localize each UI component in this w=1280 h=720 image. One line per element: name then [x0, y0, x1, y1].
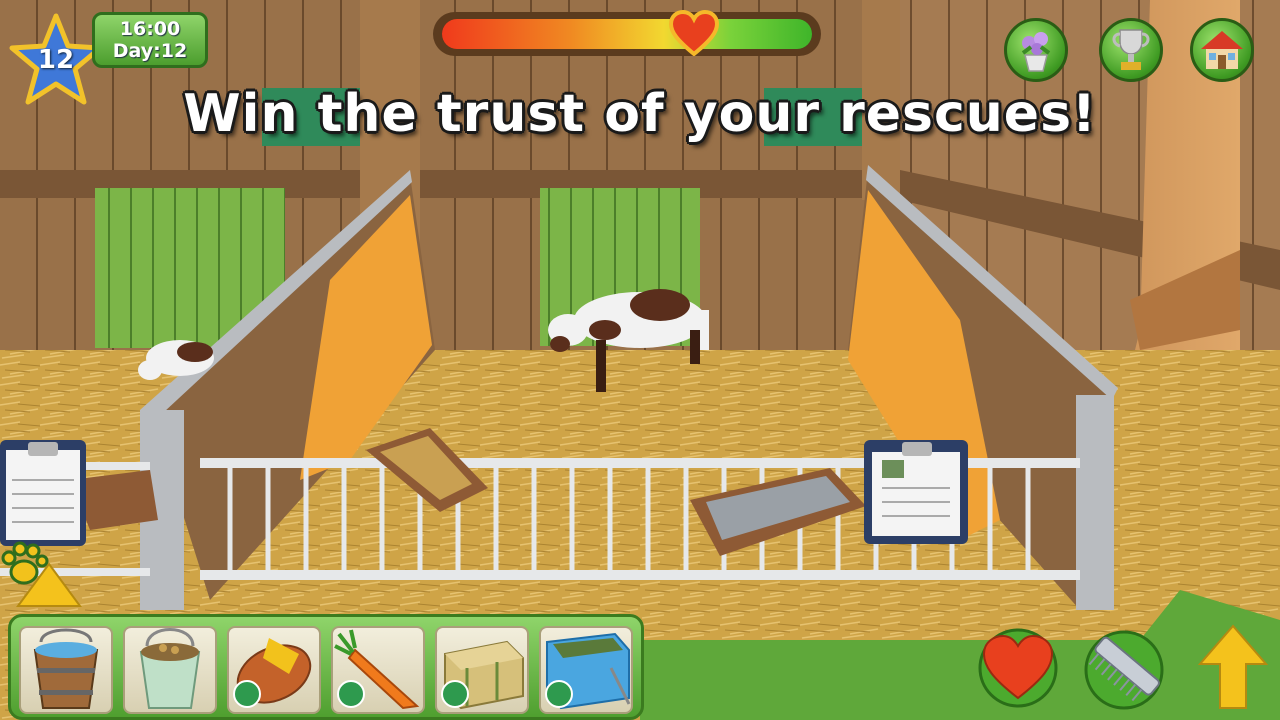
toolbar-slot-hay-bale[interactable] [435, 626, 529, 714]
happiness-fill [442, 19, 812, 49]
goat-badge-icon [545, 680, 573, 708]
expand-toolbar-arrow[interactable] [14, 560, 84, 610]
stall-clipboard-right[interactable] [864, 440, 972, 546]
item-toolbar [8, 614, 644, 720]
clock-day: Day:12 [112, 40, 188, 62]
clock-panel: 16:00 Day:12 [92, 12, 208, 68]
goat-badge-icon [233, 680, 261, 708]
clock-time: 16:00 [119, 18, 181, 40]
water-bucket-icon [33, 628, 99, 709]
toolbar-slot-carrot[interactable] [331, 626, 425, 714]
toolbar-slot-salt-lick[interactable] [227, 626, 321, 714]
toolbar-slot-feed-box[interactable] [539, 626, 633, 714]
feed-bucket-icon [139, 628, 201, 709]
toolbar-slot-feed-bucket[interactable] [123, 626, 217, 714]
home-button[interactable] [1190, 18, 1254, 82]
flowers-button[interactable] [1004, 18, 1068, 82]
home-icon [1201, 31, 1243, 69]
flowers-icon [1021, 32, 1051, 72]
happiness-bar [433, 10, 821, 56]
stall-clipboard-left[interactable] [0, 440, 90, 550]
toolbar-slot-water-bucket[interactable] [19, 626, 113, 714]
goat-badge-icon [337, 680, 365, 708]
trophy-button[interactable] [1099, 18, 1163, 82]
trophy-icon [1112, 29, 1150, 70]
tutorial-banner: Win the trust of your rescues! [183, 84, 1097, 144]
brush-button[interactable] [1080, 626, 1168, 710]
up-arrow-icon[interactable] [1198, 624, 1268, 710]
love-button[interactable] [976, 626, 1060, 710]
goat-badge-icon [441, 680, 469, 708]
happiness-track [442, 10, 812, 56]
heart-icon [668, 10, 719, 56]
